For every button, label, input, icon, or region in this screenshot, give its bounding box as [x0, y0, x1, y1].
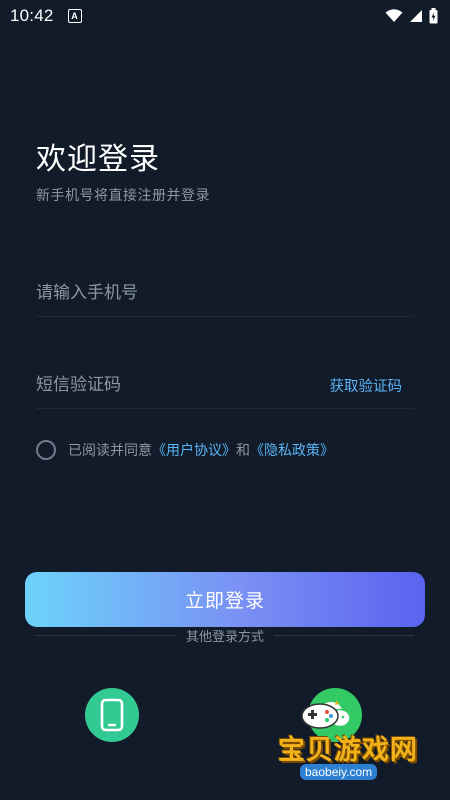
wifi-icon — [385, 9, 403, 22]
divider-line-right — [274, 634, 415, 636]
watermark-domain: baobeiy.com — [300, 764, 378, 780]
get-code-button[interactable]: 获取验证码 — [330, 375, 403, 396]
sms-code-input[interactable] — [36, 375, 276, 395]
other-login-divider: 其他登录方式 — [36, 626, 415, 645]
privacy-policy-link[interactable]: 《隐私政策》 — [250, 440, 334, 460]
notification-a-icon: A — [67, 9, 82, 23]
watermark: 宝贝游戏网 baobeiy.com — [272, 688, 432, 788]
phone-icon — [100, 698, 124, 732]
signal-icon — [410, 10, 422, 22]
page-title: 欢迎登录 — [36, 142, 160, 177]
status-time: 10:42 — [10, 6, 54, 25]
phone-input[interactable] — [36, 283, 276, 303]
watermark-text: 宝贝游戏网 — [278, 735, 418, 766]
status-right — [385, 8, 438, 24]
page-subtitle: 新手机号将直接注册并登录 — [36, 188, 210, 204]
status-left: 10:42 A — [10, 6, 82, 26]
phone-field — [36, 270, 414, 317]
agreement-conjunction: 和 — [236, 443, 250, 459]
code-field: 获取验证码 — [36, 362, 414, 409]
divider-line-left — [36, 634, 176, 636]
user-agreement-link[interactable]: 《用户协议》 — [152, 440, 236, 460]
status-bar: 10:42 A — [0, 0, 450, 32]
agreement-prefix: 已阅读并同意 — [68, 443, 152, 459]
phone-login-button[interactable] — [85, 688, 139, 742]
battery-icon — [429, 8, 438, 24]
other-login-label: 其他登录方式 — [186, 629, 265, 645]
login-button[interactable]: 立即登录 — [25, 572, 425, 627]
agreement-row: 已阅读并同意 《用户协议》 和 《隐私政策》 — [36, 440, 334, 460]
agree-checkbox[interactable] — [36, 440, 56, 460]
gamepad-icon — [301, 700, 339, 729]
